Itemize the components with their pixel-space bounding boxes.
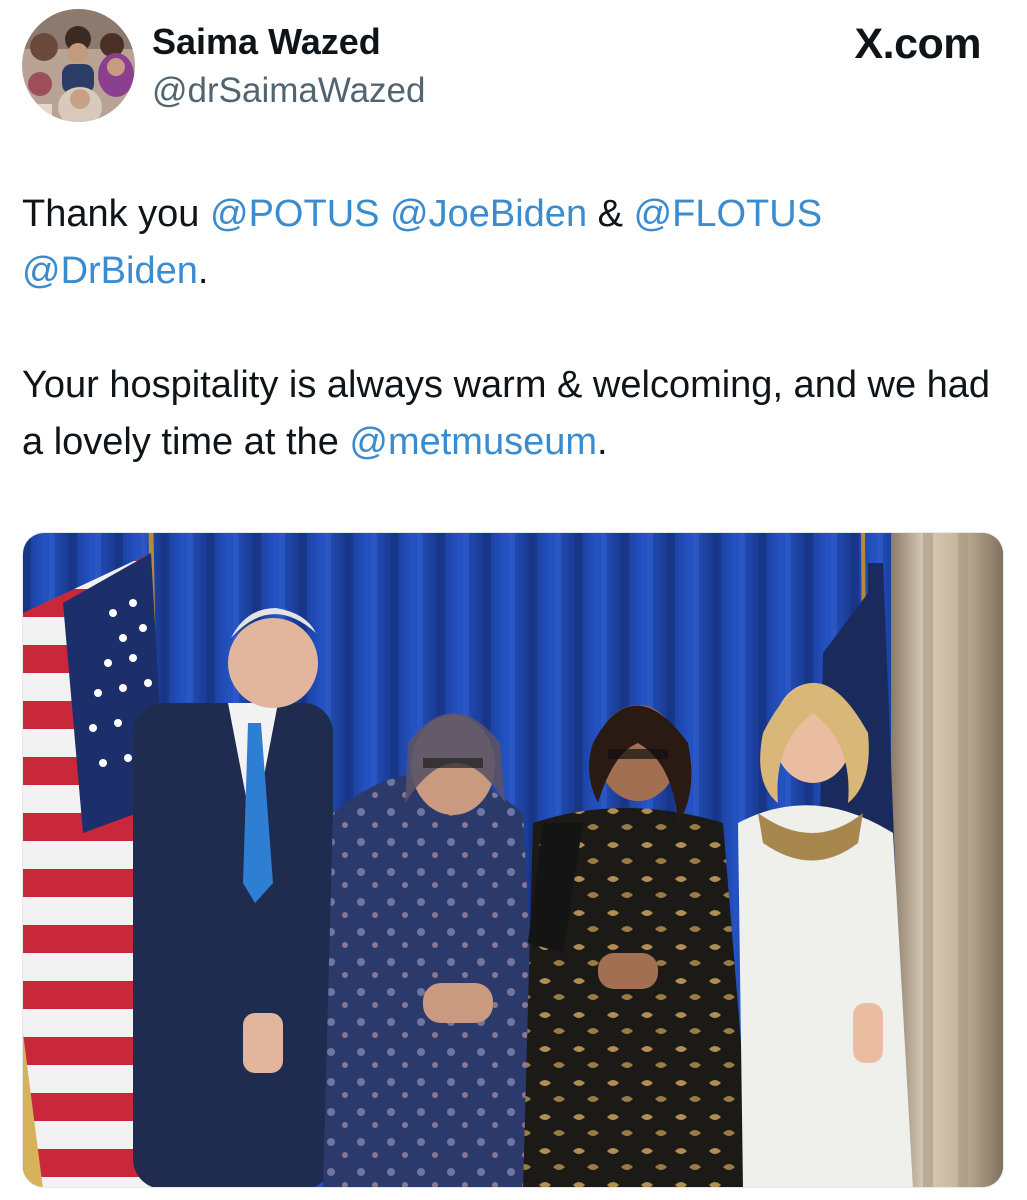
tweet-media-photo[interactable]: [22, 532, 1004, 1188]
tweet-paragraph-1: Thank you @POTUS @JoeBiden & @FLOTUS @Dr…: [22, 186, 992, 300]
text-segment: &: [587, 193, 634, 235]
avatar[interactable]: [22, 9, 135, 122]
mention-drbiden[interactable]: @DrBiden: [22, 250, 198, 292]
text-segment: .: [597, 421, 608, 463]
mention-joebiden[interactable]: @JoeBiden: [390, 193, 587, 235]
avatar-image: [22, 9, 135, 122]
mention-flotus[interactable]: @FLOTUS: [634, 193, 822, 235]
mention-metmuseum[interactable]: @metmuseum: [349, 421, 597, 463]
mention-potus[interactable]: @POTUS: [210, 193, 379, 235]
text-segment: Thank you: [22, 193, 210, 235]
brand-label: X.com: [854, 20, 981, 68]
text-segment: .: [197, 250, 209, 292]
tweet-paragraph-2: Your hospitality is always warm & welcom…: [22, 357, 992, 471]
author-display-name[interactable]: Saima Wazed: [152, 20, 381, 64]
photo-image: [23, 533, 1003, 1187]
text-segment: [379, 193, 390, 235]
author-handle[interactable]: @drSaimaWazed: [152, 70, 426, 112]
tweet-text: Thank you @POTUS @JoeBiden & @FLOTUS @Dr…: [22, 186, 992, 471]
